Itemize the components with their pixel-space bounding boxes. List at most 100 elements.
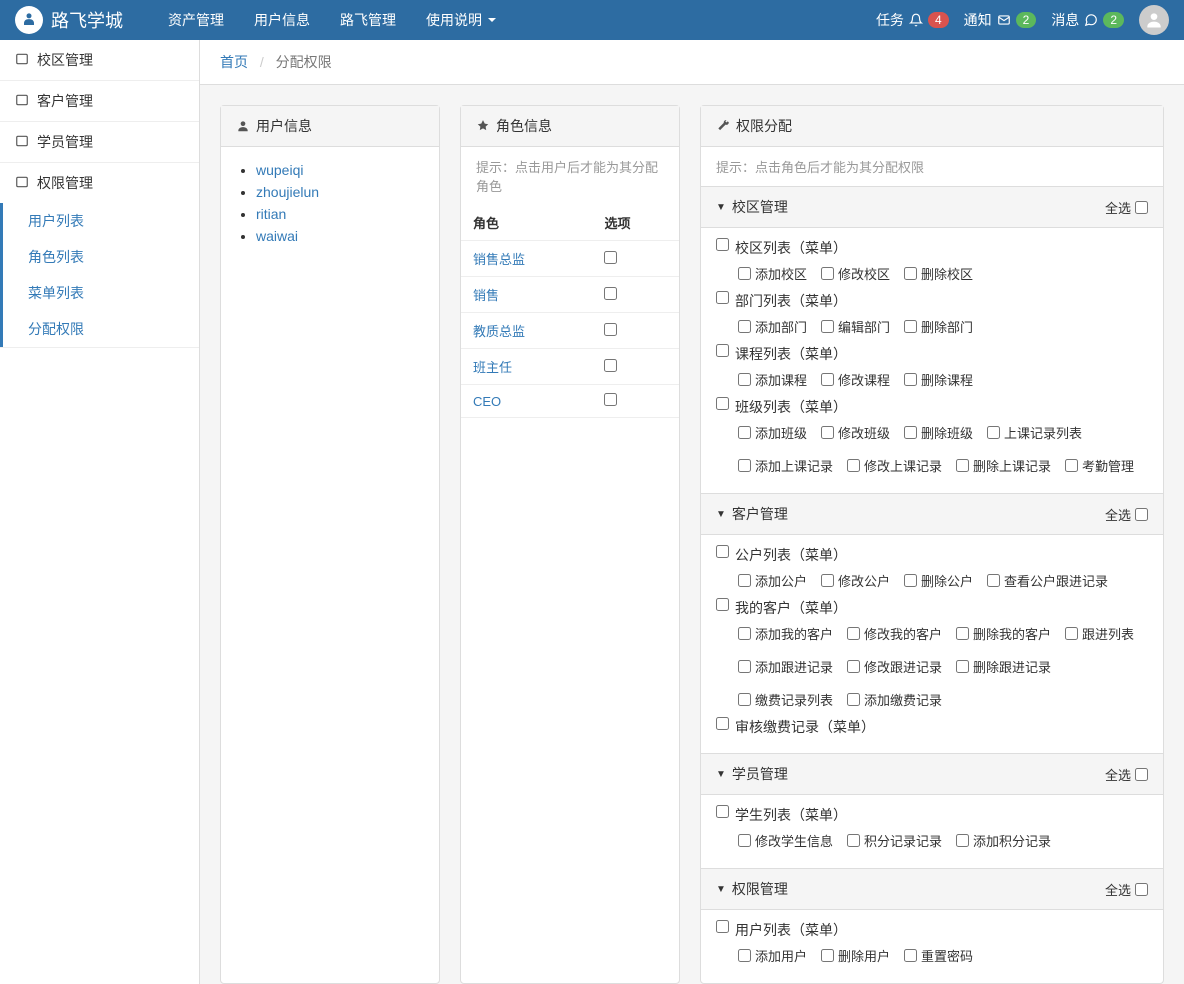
- perm-child: 删除课程: [904, 370, 973, 389]
- perm-child-label: 查看公户跟进记录: [1004, 571, 1108, 590]
- perm-child-checkbox[interactable]: [821, 574, 834, 587]
- perm-section-head[interactable]: ▼学员管理全选: [701, 753, 1163, 795]
- perm-child-checkbox[interactable]: [821, 320, 834, 333]
- perm-child-checkbox[interactable]: [738, 426, 751, 439]
- perm-checkbox[interactable]: [716, 397, 729, 410]
- role-checkbox[interactable]: [604, 323, 617, 336]
- perm-child-label: 缴费记录列表: [755, 690, 833, 709]
- perm-checkbox[interactable]: [716, 920, 729, 933]
- breadcrumb-home[interactable]: 首页: [220, 54, 248, 70]
- perm-child-checkbox[interactable]: [904, 574, 917, 587]
- sidebar-group-3[interactable]: 权限管理: [0, 163, 199, 203]
- perm-checkbox[interactable]: [716, 717, 729, 730]
- perm-child-checkbox[interactable]: [738, 627, 751, 640]
- role-link[interactable]: 销售总监: [473, 252, 525, 267]
- role-checkbox[interactable]: [604, 251, 617, 264]
- perm-child-checkbox[interactable]: [821, 373, 834, 386]
- select-all[interactable]: 全选: [1105, 765, 1148, 784]
- perm-child-checkbox[interactable]: [956, 627, 969, 640]
- role-checkbox[interactable]: [604, 393, 617, 406]
- perm-item: 审核缴费记录（菜单）: [716, 717, 1148, 737]
- sidebar-group-2[interactable]: 学员管理: [0, 122, 199, 162]
- perm-child-checkbox[interactable]: [738, 267, 751, 280]
- sidebar-item[interactable]: 菜单列表: [3, 275, 199, 311]
- perm-child-checkbox[interactable]: [738, 693, 751, 706]
- perm-checkbox[interactable]: [716, 805, 729, 818]
- perm-child-checkbox[interactable]: [956, 834, 969, 847]
- select-all[interactable]: 全选: [1105, 505, 1148, 524]
- perm-child-checkbox[interactable]: [821, 949, 834, 962]
- perm-child-checkbox[interactable]: [1065, 459, 1078, 472]
- perm-child-checkbox[interactable]: [956, 459, 969, 472]
- role-link[interactable]: CEO: [473, 394, 501, 409]
- nav-tasks[interactable]: 任务 4: [876, 10, 949, 30]
- select-all[interactable]: 全选: [1105, 880, 1148, 899]
- select-all-checkbox[interactable]: [1135, 508, 1148, 521]
- perm-section-head[interactable]: ▼客户管理全选: [701, 493, 1163, 535]
- sidebar-item[interactable]: 角色列表: [3, 239, 199, 275]
- perm-child-checkbox[interactable]: [738, 459, 751, 472]
- user-avatar[interactable]: [1139, 5, 1169, 35]
- user-item[interactable]: ritian: [256, 206, 424, 222]
- role-checkbox[interactable]: [604, 287, 617, 300]
- perm-checkbox[interactable]: [716, 545, 729, 558]
- user-item[interactable]: zhoujielun: [256, 184, 424, 200]
- perm-child-checkbox[interactable]: [904, 949, 917, 962]
- nav-help[interactable]: 使用说明: [411, 0, 511, 40]
- role-checkbox[interactable]: [604, 359, 617, 372]
- brand[interactable]: 路飞学城: [15, 6, 123, 34]
- role-link[interactable]: 教质总监: [473, 324, 525, 339]
- perm-section-head[interactable]: ▼权限管理全选: [701, 868, 1163, 910]
- perm-child-checkbox[interactable]: [738, 660, 751, 673]
- perm-child: 添加部门: [738, 317, 807, 336]
- perm-child-checkbox[interactable]: [956, 660, 969, 673]
- perm-label: 班级列表（菜单）: [735, 397, 847, 417]
- user-icon: [236, 119, 250, 133]
- perm-child-checkbox[interactable]: [738, 574, 751, 587]
- role-link[interactable]: 班主任: [473, 360, 512, 375]
- perm-child: 删除校区: [904, 264, 973, 283]
- nav-asset[interactable]: 资产管理: [153, 0, 239, 40]
- perm-child-checkbox[interactable]: [821, 267, 834, 280]
- perm-child: 添加班级: [738, 423, 807, 442]
- perm-child-checkbox[interactable]: [847, 693, 860, 706]
- sidebar-group-0[interactable]: 校区管理: [0, 40, 199, 80]
- perm-child: 添加公户: [738, 571, 807, 590]
- perm-child-checkbox[interactable]: [1065, 627, 1078, 640]
- user-item[interactable]: waiwai: [256, 228, 424, 244]
- perm-child-checkbox[interactable]: [847, 627, 860, 640]
- perm-child-checkbox[interactable]: [738, 834, 751, 847]
- perm-child-checkbox[interactable]: [904, 373, 917, 386]
- user-item[interactable]: wupeiqi: [256, 162, 424, 178]
- perm-child-checkbox[interactable]: [987, 574, 1000, 587]
- nav-msg[interactable]: 消息 2: [1051, 10, 1124, 30]
- perm-child-checkbox[interactable]: [904, 267, 917, 280]
- breadcrumb-current: 分配权限: [276, 54, 332, 70]
- select-all-checkbox[interactable]: [1135, 768, 1148, 781]
- perm-child-checkbox[interactable]: [821, 426, 834, 439]
- perm-child-checkbox[interactable]: [738, 320, 751, 333]
- nav-user[interactable]: 用户信息: [239, 0, 325, 40]
- perm-checkbox[interactable]: [716, 291, 729, 304]
- perm-child-checkbox[interactable]: [987, 426, 1000, 439]
- perm-child-checkbox[interactable]: [904, 320, 917, 333]
- nav-luffy[interactable]: 路飞管理: [325, 0, 411, 40]
- perm-child-checkbox[interactable]: [738, 949, 751, 962]
- select-all-checkbox[interactable]: [1135, 883, 1148, 896]
- perm-child-checkbox[interactable]: [847, 459, 860, 472]
- perm-child-checkbox[interactable]: [904, 426, 917, 439]
- role-link[interactable]: 销售: [473, 288, 499, 303]
- perm-checkbox[interactable]: [716, 344, 729, 357]
- nav-notify[interactable]: 通知 2: [964, 10, 1037, 30]
- perm-checkbox[interactable]: [716, 598, 729, 611]
- perm-checkbox[interactable]: [716, 238, 729, 251]
- perm-section-head[interactable]: ▼校区管理全选: [701, 186, 1163, 228]
- sidebar-item[interactable]: 用户列表: [3, 203, 199, 239]
- perm-child-checkbox[interactable]: [847, 834, 860, 847]
- perm-child-checkbox[interactable]: [738, 373, 751, 386]
- perm-child-checkbox[interactable]: [847, 660, 860, 673]
- sidebar-item[interactable]: 分配权限: [3, 311, 199, 347]
- select-all-checkbox[interactable]: [1135, 201, 1148, 214]
- select-all[interactable]: 全选: [1105, 198, 1148, 217]
- sidebar-group-1[interactable]: 客户管理: [0, 81, 199, 121]
